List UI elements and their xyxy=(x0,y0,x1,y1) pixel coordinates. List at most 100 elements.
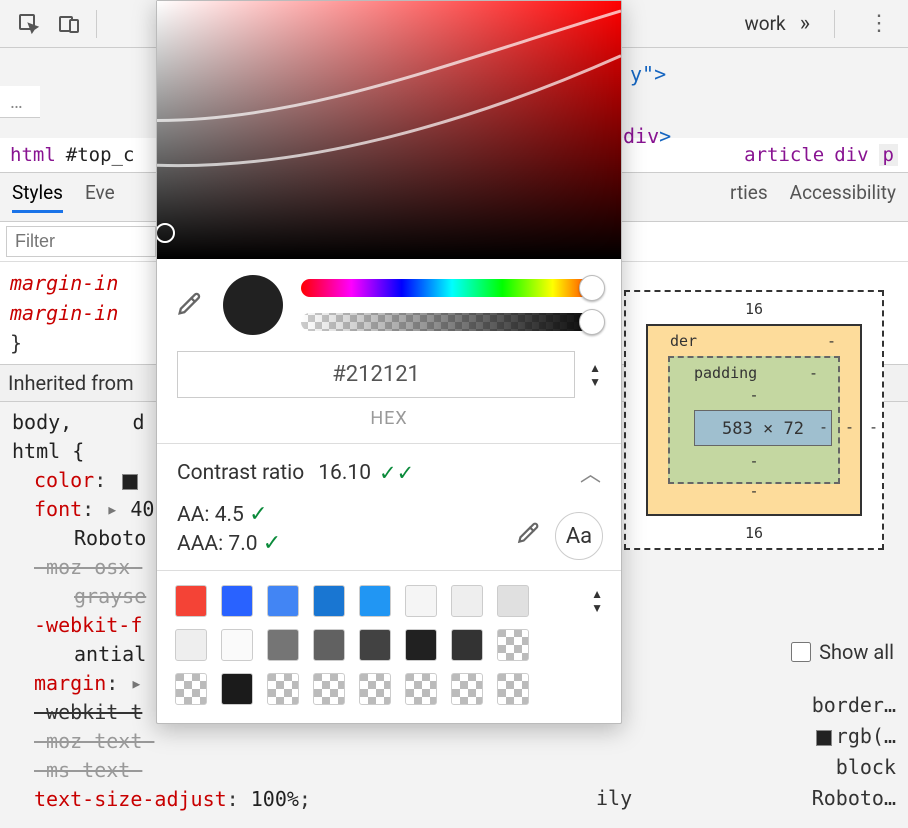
breadcrumb-article[interactable]: article xyxy=(744,144,824,166)
padding-bottom-dash[interactable]: - xyxy=(624,452,884,470)
palette-swatch[interactable] xyxy=(451,585,483,617)
palette-swatch[interactable] xyxy=(267,629,299,661)
computed-property-value[interactable]: rgb(… xyxy=(816,721,896,752)
css-value[interactable]: 100% xyxy=(251,787,299,811)
breadcrumb-html[interactable]: html xyxy=(10,144,56,166)
ellipsis-icon: … xyxy=(10,90,23,113)
palette-swatch[interactable] xyxy=(405,629,437,661)
color-spectrum-canvas[interactable] xyxy=(157,1,621,259)
padding-top-dash[interactable]: - xyxy=(624,386,884,404)
palette-swatch[interactable] xyxy=(267,585,299,617)
css-value[interactable]: Roboto xyxy=(74,526,146,550)
tab-properties[interactable]: rties xyxy=(730,181,768,213)
css-property-overridden[interactable]: -moz-osx- xyxy=(34,555,142,579)
hex-input[interactable] xyxy=(177,351,575,398)
overflow-tabs-icon[interactable]: » xyxy=(800,11,810,36)
margin-top-value[interactable]: 16 xyxy=(624,300,884,318)
tab-styles[interactable]: Styles xyxy=(12,181,63,213)
css-value[interactable]: antial xyxy=(74,642,146,666)
color-swatch-icon[interactable] xyxy=(816,730,832,746)
breadcrumb-div[interactable]: div xyxy=(834,144,868,166)
tab-accessibility[interactable]: Accessibility xyxy=(790,181,896,213)
palette-swatch[interactable] xyxy=(221,673,253,705)
contrast-ratio-row[interactable]: Contrast ratio 16.10 ✓✓ ︿ xyxy=(157,444,621,502)
computed-property-value[interactable]: Roboto… xyxy=(812,783,896,814)
css-property[interactable]: text-size-adjust xyxy=(34,787,227,811)
palette-swatch[interactable] xyxy=(313,585,345,617)
css-property[interactable]: font xyxy=(34,497,82,521)
palette-swatch[interactable] xyxy=(405,585,437,617)
kebab-menu-icon[interactable]: ⋮ xyxy=(866,11,892,37)
text-sample-button[interactable]: Aa xyxy=(555,512,603,560)
css-property[interactable]: margin-in xyxy=(10,301,118,325)
palette-swatch[interactable] xyxy=(175,629,207,661)
palette-swatch[interactable] xyxy=(313,629,345,661)
palette-swatch[interactable] xyxy=(497,585,529,617)
palette-swatch[interactable] xyxy=(175,673,207,705)
css-value[interactable]: 40 xyxy=(130,497,154,521)
slider-thumb-icon[interactable] xyxy=(579,309,605,335)
margin-right-dash[interactable]: - xyxy=(869,418,878,436)
computed-property-value[interactable]: block xyxy=(836,752,896,783)
palette-swatch[interactable] xyxy=(359,585,391,617)
crumb-collapse[interactable]: … xyxy=(0,86,40,118)
margin-bottom-value[interactable]: 16 xyxy=(624,524,884,542)
palette-swatch[interactable] xyxy=(175,585,207,617)
palette-stepper-icon[interactable]: ▲▼ xyxy=(591,587,603,615)
slider-thumb-icon[interactable] xyxy=(579,275,605,301)
aa-threshold-label: AA: 4.5 xyxy=(177,503,244,527)
toolbar-divider xyxy=(96,10,116,38)
css-property-overridden[interactable]: -webkit-t xyxy=(34,700,142,724)
device-toggle-icon[interactable] xyxy=(56,11,82,37)
palette-swatch[interactable] xyxy=(313,673,345,705)
computed-properties-list: ngborder… rgb(… block ilyRoboto… xyxy=(596,690,896,814)
computed-property-name[interactable]: ily xyxy=(596,783,632,814)
padding-right-dash[interactable]: - xyxy=(819,418,828,436)
eyedropper-icon[interactable] xyxy=(175,290,205,320)
palette-swatch[interactable] xyxy=(497,673,529,705)
palette-swatch[interactable] xyxy=(359,629,391,661)
show-all-checkbox[interactable] xyxy=(791,642,811,662)
chevron-up-icon[interactable]: ︿ xyxy=(580,458,601,488)
computed-property-value[interactable]: border… xyxy=(812,690,896,721)
background-eyedropper-icon[interactable] xyxy=(515,520,541,552)
border-right-dash[interactable]: - xyxy=(845,418,854,436)
palette-swatch[interactable] xyxy=(267,673,299,705)
breadcrumb-id[interactable]: #top_c xyxy=(66,144,135,166)
border-bottom-dash[interactable]: - xyxy=(624,482,884,500)
selector[interactable]: body, xyxy=(12,410,72,434)
breadcrumb-p[interactable]: p xyxy=(879,144,898,166)
selector-link[interactable]: d xyxy=(132,410,144,434)
css-property[interactable]: margin-in xyxy=(10,271,118,295)
border-dash[interactable]: - xyxy=(827,332,836,350)
contrast-threshold-lines-icon xyxy=(157,1,621,258)
padding-label: padding xyxy=(694,364,757,382)
format-stepper-icon[interactable]: ▲▼ xyxy=(589,361,601,389)
selector[interactable]: html { xyxy=(12,439,84,463)
alpha-slider[interactable] xyxy=(301,313,603,331)
css-property-overridden[interactable]: -moz-text- xyxy=(34,729,154,753)
inspect-element-icon[interactable] xyxy=(16,11,42,37)
hue-slider[interactable] xyxy=(301,279,603,297)
css-value-overridden[interactable]: grayse xyxy=(74,584,146,608)
expand-triangle-icon[interactable]: ▸ xyxy=(130,671,142,695)
filter-input[interactable] xyxy=(6,226,156,257)
palette-swatch[interactable] xyxy=(221,585,253,617)
css-property[interactable]: -webkit-f xyxy=(34,613,142,637)
css-property[interactable]: color xyxy=(34,468,94,492)
network-tab-partial[interactable]: work xyxy=(745,12,786,35)
tab-event-listeners[interactable]: Eve xyxy=(85,181,115,213)
css-property-overridden[interactable]: -ms-text- xyxy=(34,758,142,782)
palette-swatch[interactable] xyxy=(497,629,529,661)
palette-swatch[interactable] xyxy=(405,673,437,705)
css-property[interactable]: margin xyxy=(34,671,106,695)
box-model-diagram[interactable]: 16 der - padding - - 583 × 72 - - - - - … xyxy=(624,290,884,550)
palette-swatch[interactable] xyxy=(221,629,253,661)
palette-swatch[interactable] xyxy=(451,673,483,705)
padding-dash[interactable]: - xyxy=(809,364,818,382)
expand-triangle-icon[interactable]: ▸ xyxy=(106,497,118,521)
palette-swatch[interactable] xyxy=(451,629,483,661)
color-swatch-icon[interactable] xyxy=(122,474,138,490)
content-dimensions[interactable]: 583 × 72 xyxy=(694,410,832,446)
palette-swatch[interactable] xyxy=(359,673,391,705)
